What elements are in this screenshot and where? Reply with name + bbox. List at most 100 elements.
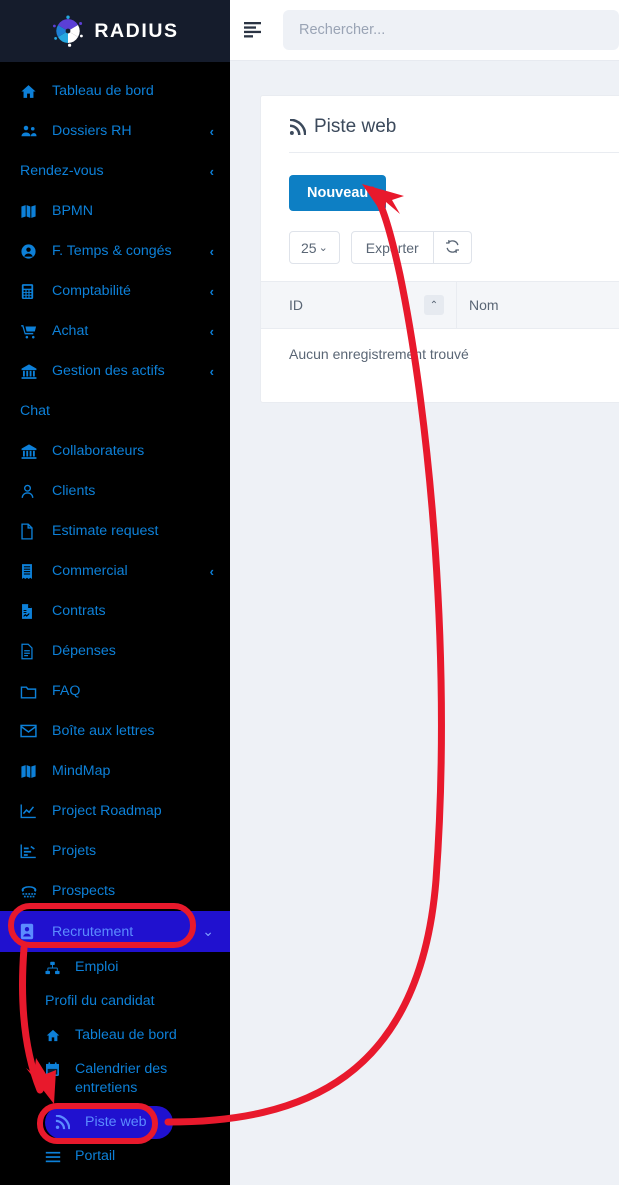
sidebar-subitem-piste-web[interactable]: Piste web [45, 1106, 173, 1139]
bars-icon [45, 1147, 67, 1166]
bank-icon [20, 443, 42, 460]
sidebar: RADIUS Tableau de bord Dossiers RH ‹ Ren… [0, 0, 230, 1185]
sidebar-item-label: Projets [52, 843, 97, 859]
sidebar-subitem-tableau-de-bord[interactable]: Tableau de bord [0, 1020, 230, 1054]
users-icon [20, 122, 42, 140]
sidebar-item-commercial[interactable]: Commercial ‹ [0, 551, 230, 591]
sidebar-item-recrutement[interactable]: Recrutement ⌄ [0, 911, 230, 952]
sidebar-item-clients[interactable]: Clients [0, 471, 230, 511]
map-icon [20, 763, 42, 780]
sidebar-item-collaborateurs[interactable]: Collaborateurs [0, 431, 230, 471]
sidebar-item-label: BPMN [52, 203, 93, 219]
chevron-left-icon[interactable]: ‹ [210, 364, 214, 379]
top-bar [230, 0, 619, 61]
sidebar-item-label: Dépenses [52, 643, 116, 659]
sidebar-item-label: Comptabilité [52, 283, 131, 299]
sidebar-item-project-roadmap[interactable]: Project Roadmap [0, 791, 230, 831]
folder-icon [20, 684, 42, 699]
page-title: Piste web [261, 96, 619, 152]
sidebar-subitem-label: Tableau de bord [75, 1027, 177, 1043]
column-label: ID [289, 297, 303, 313]
refresh-icon [445, 239, 460, 257]
sidebar-item-chat[interactable]: Chat [0, 391, 230, 431]
sitemap-icon [45, 958, 67, 977]
sidebar-item-label: Prospects [52, 883, 116, 899]
sidebar-item-bpmn[interactable]: BPMN [0, 191, 230, 231]
project-chart-icon [20, 843, 42, 859]
receipt-icon [20, 563, 42, 580]
sidebar-item-label: Dossiers RH [52, 123, 132, 139]
sidebar-item-label: Estimate request [52, 523, 159, 539]
sidebar-item-contrats[interactable]: Contrats [0, 591, 230, 631]
chevron-left-icon[interactable]: ‹ [210, 164, 214, 179]
map-icon [20, 203, 42, 220]
rss-icon [289, 118, 306, 136]
sort-asc-icon[interactable]: ⌃ [424, 295, 444, 315]
sidebar-subitem-label: Profil du candidat [45, 993, 155, 1009]
sidebar-item-depenses[interactable]: Dépenses [0, 631, 230, 671]
bank-icon [20, 363, 42, 380]
sidebar-item-gestion-des-actifs[interactable]: Gestion des actifs ‹ [0, 351, 230, 391]
sidebar-subitem-portail[interactable]: Portail [0, 1141, 230, 1175]
table-header-nom[interactable]: Nom [457, 282, 619, 328]
chevron-left-icon[interactable]: ‹ [210, 284, 214, 299]
sidebar-subitem-emploi[interactable]: Emploi [0, 952, 230, 986]
cart-icon [20, 323, 42, 340]
sidebar-subitem-label: Piste web [85, 1114, 147, 1130]
document-lines-icon [20, 643, 42, 660]
piste-web-card: Piste web Nouveau 25 ⌄ Exporter ID ⌃ Nom… [260, 95, 619, 403]
sidebar-item-label: Collaborateurs [52, 443, 145, 459]
sidebar-subitem-calendrier-des-entretiens[interactable]: Calendrier des entretiens [0, 1054, 230, 1104]
sidebar-subitem-label: Calendrier des entretiens [75, 1061, 168, 1096]
sidebar-item-f-temps-conges[interactable]: F. Temps & congés ‹ [0, 231, 230, 271]
nouveau-button[interactable]: Nouveau [289, 175, 387, 211]
records-table: ID ⌃ Nom Aucun enregistrement trouvé [261, 281, 619, 362]
id-badge-icon [20, 923, 42, 940]
chevron-left-icon[interactable]: ‹ [210, 564, 214, 579]
sidebar-item-faq[interactable]: FAQ [0, 671, 230, 711]
chevron-left-icon[interactable]: ‹ [210, 244, 214, 259]
calendar-icon [45, 1060, 67, 1079]
sidebar-item-dossiers-rh[interactable]: Dossiers RH ‹ [0, 111, 230, 151]
sidebar-item-prospects[interactable]: Prospects [0, 871, 230, 911]
sidebar-item-tableau-de-bord[interactable]: Tableau de bord [0, 71, 230, 111]
app-root: RADIUS Tableau de bord Dossiers RH ‹ Ren… [0, 0, 619, 1185]
hamburger-menu-icon[interactable] [243, 20, 265, 40]
sidebar-item-label: Contrats [52, 603, 106, 619]
sidebar-item-label: Commercial [52, 563, 128, 579]
table-header-id[interactable]: ID ⌃ [261, 282, 457, 328]
sidebar-item-boite-aux-lettres[interactable]: Boîte aux lettres [0, 711, 230, 751]
calculator-icon [20, 283, 42, 300]
brand-header[interactable]: RADIUS [0, 0, 230, 62]
column-label: Nom [469, 297, 499, 313]
page-size-select[interactable]: 25 ⌄ [289, 231, 340, 264]
search-input[interactable] [299, 22, 619, 38]
envelope-icon [20, 724, 42, 738]
search-box[interactable] [283, 10, 619, 50]
sidebar-subitem-profil-du-candidat[interactable]: Profil du candidat [0, 986, 230, 1020]
rss-icon [55, 1113, 77, 1132]
export-button[interactable]: Exporter [350, 231, 434, 264]
file-icon [20, 522, 42, 540]
sidebar-item-achat[interactable]: Achat ‹ [0, 311, 230, 351]
chevron-left-icon[interactable]: ‹ [210, 324, 214, 339]
chevron-down-icon[interactable]: ⌄ [202, 923, 214, 940]
sidebar-item-label: MindMap [52, 763, 111, 779]
sidebar-item-estimate-request[interactable]: Estimate request [0, 511, 230, 551]
table-toolbar: 25 ⌄ Exporter [289, 231, 619, 264]
sidebar-item-label: F. Temps & congés [52, 243, 172, 259]
table-empty-message: Aucun enregistrement trouvé [289, 346, 469, 362]
sidebar-item-label: Tableau de bord [52, 83, 154, 99]
person-icon [20, 483, 42, 500]
sidebar-item-rendez-vous[interactable]: Rendez-vous ‹ [0, 151, 230, 191]
sidebar-item-label: Gestion des actifs [52, 363, 165, 379]
refresh-button[interactable] [433, 231, 472, 264]
sidebar-item-projets[interactable]: Projets [0, 831, 230, 871]
sidebar-item-comptabilite[interactable]: Comptabilité ‹ [0, 271, 230, 311]
home-icon [45, 1026, 67, 1045]
sidebar-item-mindmap[interactable]: MindMap [0, 751, 230, 791]
sidebar-item-label: Clients [52, 483, 96, 499]
user-circle-icon [20, 243, 42, 260]
chevron-left-icon[interactable]: ‹ [210, 124, 214, 139]
chevron-down-icon: ⌄ [318, 242, 328, 254]
